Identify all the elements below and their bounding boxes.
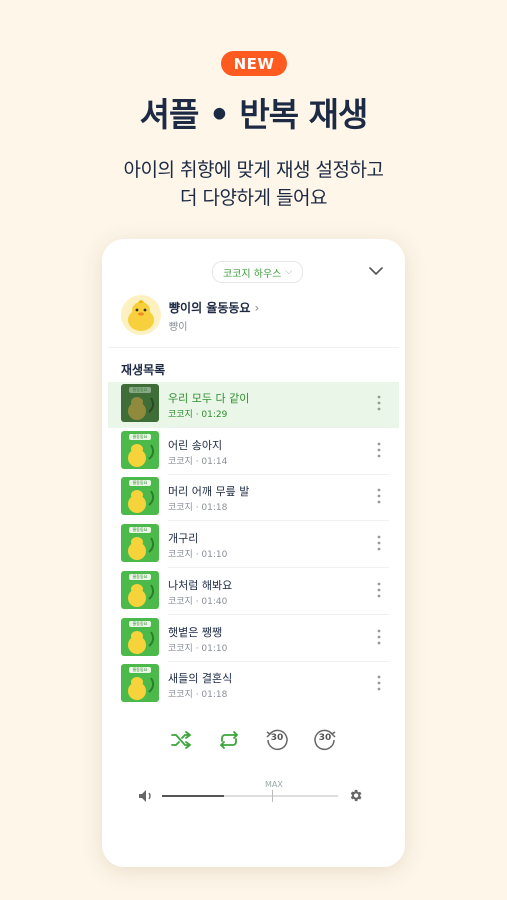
more-options-icon[interactable]	[376, 394, 382, 412]
album-title-link[interactable]: 뺭이의 율동동요 ›	[169, 299, 259, 316]
track-row[interactable]: 율동동요햇볕은 쨍쨍코코지 · 01:10	[108, 616, 399, 662]
more-options-icon[interactable]	[376, 534, 382, 552]
more-options-icon[interactable]	[376, 487, 382, 505]
phone-player-screen: 코코지 하우스 ⌵ 뺭이의 율동동요 › 뺭이 재생목록 율동동요우리 모두 다…	[102, 239, 405, 867]
thumbnail-label: 율동동요	[132, 573, 148, 579]
more-options-icon[interactable]	[376, 441, 382, 459]
track-row[interactable]: 율동동요개구리코코지 · 01:10	[108, 522, 399, 569]
track-row[interactable]: 율동동요머리 어깨 무릎 발코코지 · 01:18	[108, 475, 399, 522]
thumbnail-label: 율동동요	[132, 433, 148, 439]
thumbnail-label: 율동동요	[132, 387, 148, 392]
track-meta: 코코지 · 01:40	[168, 596, 228, 607]
track-row[interactable]: 율동동요새들의 결혼식코코지 · 01:18	[108, 662, 399, 702]
track-title: 어린 송아지	[168, 438, 223, 452]
collapse-chevron-icon[interactable]	[368, 265, 384, 277]
new-badge: NEW	[221, 51, 287, 76]
more-options-icon[interactable]	[376, 581, 382, 599]
track-meta: 코코지 · 01:18	[168, 690, 228, 701]
track-title: 햇볕은 쨍쨍	[168, 625, 223, 639]
channel-label: 코코지 하우스	[223, 268, 282, 280]
speaker-icon[interactable]	[138, 789, 154, 803]
chevron-right-icon: ›	[254, 300, 260, 315]
more-options-icon[interactable]	[376, 674, 382, 692]
promo-headline: 셔플 • 반복 재생	[139, 95, 369, 134]
playlist-heading: 재생목록	[121, 363, 166, 377]
gear-icon[interactable]	[348, 788, 363, 803]
divider	[108, 347, 399, 348]
track-row[interactable]: 율동동요우리 모두 다 같이코코지 · 01:29	[108, 382, 399, 428]
thumbnail-label: 율동동요	[132, 480, 148, 486]
track-title: 새들의 결혼식	[168, 672, 233, 686]
forward-30-label: 30	[318, 733, 332, 743]
track-meta: 코코지 · 01:10	[168, 550, 228, 561]
volume-slider[interactable]	[162, 790, 338, 802]
track-row[interactable]: 율동동요나처럼 해봐요코코지 · 01:40	[108, 569, 399, 615]
more-options-icon[interactable]	[376, 628, 382, 646]
track-thumbnail: 율동동요	[121, 384, 159, 422]
album-avatar	[121, 295, 161, 335]
thumbnail-label: 율동동요	[132, 527, 148, 533]
volume-control	[138, 783, 368, 809]
track-thumbnail: 율동동요	[121, 617, 159, 656]
thumbnail-label: 율동동요	[132, 620, 148, 626]
volume-max-tick	[272, 790, 273, 802]
repeat-icon[interactable]	[216, 727, 242, 753]
track-title: 나처럼 해봐요	[168, 578, 233, 592]
track-title: 우리 모두 다 같이	[168, 392, 250, 405]
track-row[interactable]: 율동동요어린 송아지코코지 · 01:14	[108, 429, 399, 475]
forward-30-button[interactable]: 30	[312, 727, 338, 753]
track-meta: 코코지 · 01:18	[168, 503, 228, 514]
track-meta: 코코지 · 01:29	[168, 410, 228, 420]
track-thumbnail: 율동동요	[121, 664, 159, 702]
chevron-down-icon: ⌵	[285, 267, 293, 277]
track-thumbnail: 율동동요	[121, 430, 159, 469]
track-meta: 코코지 · 01:10	[168, 643, 228, 654]
track-title: 개구리	[168, 532, 199, 546]
promo-subtitle-line1: 아이의 취향에 맞게 재생 설정하고	[123, 159, 384, 181]
track-thumbnail: 율동동요	[121, 570, 159, 609]
track-list: 율동동요 우리 모두 다 같이 코코지 · 01:29 율동동요 어린 송아지 코코지 ·…	[108, 382, 399, 702]
rewind-30-label: 30	[270, 733, 284, 743]
album-artist: 뺭이	[169, 322, 188, 333]
rewind-30-button[interactable]: 30	[264, 727, 290, 753]
promo-subtitle-line2: 더 다양하게 들어요	[180, 187, 327, 209]
track-thumbnail: 율동동요	[121, 524, 159, 563]
channel-selector[interactable]: 코코지 하우스 ⌵	[212, 261, 304, 283]
track-meta: 코코지 · 01:14	[168, 456, 228, 467]
track-thumbnail: 율동동요	[121, 477, 159, 516]
thumbnail-label: 율동동요	[132, 667, 148, 673]
track-title: 머리 어깨 무릎 발	[168, 485, 250, 499]
playback-controls: 30 30	[102, 727, 405, 755]
album-title: 뺭이의 율동동요	[169, 301, 251, 315]
shuffle-icon[interactable]	[168, 727, 194, 753]
volume-fill	[162, 795, 224, 797]
